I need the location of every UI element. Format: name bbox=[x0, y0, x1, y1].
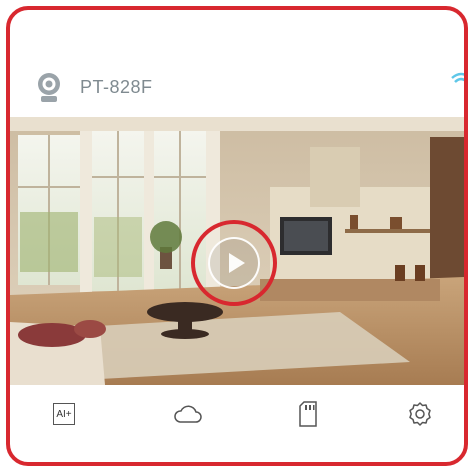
cloud-icon bbox=[174, 405, 202, 423]
wifi-signal-icon bbox=[451, 72, 464, 83]
video-preview[interactable] bbox=[10, 117, 464, 385]
settings-button[interactable] bbox=[404, 398, 436, 430]
play-button[interactable] bbox=[208, 237, 260, 289]
ai-plus-label: AI+ bbox=[56, 408, 72, 420]
camera-icon bbox=[38, 73, 60, 102]
device-name: PT-828F bbox=[80, 77, 153, 97]
sd-card-button[interactable] bbox=[292, 398, 324, 430]
sd-card-icon bbox=[299, 401, 317, 427]
device-card: PT-828F AI+ bbox=[6, 6, 468, 466]
cloud-button[interactable] bbox=[172, 398, 204, 430]
ai-plus-icon: AI+ bbox=[53, 403, 75, 425]
ai-plus-button[interactable]: AI+ bbox=[48, 398, 80, 430]
play-icon bbox=[229, 253, 245, 273]
device-toolbar: AI+ bbox=[10, 388, 464, 438]
settings-gear-icon bbox=[409, 402, 431, 426]
device-header[interactable]: PT-828F bbox=[10, 60, 464, 115]
